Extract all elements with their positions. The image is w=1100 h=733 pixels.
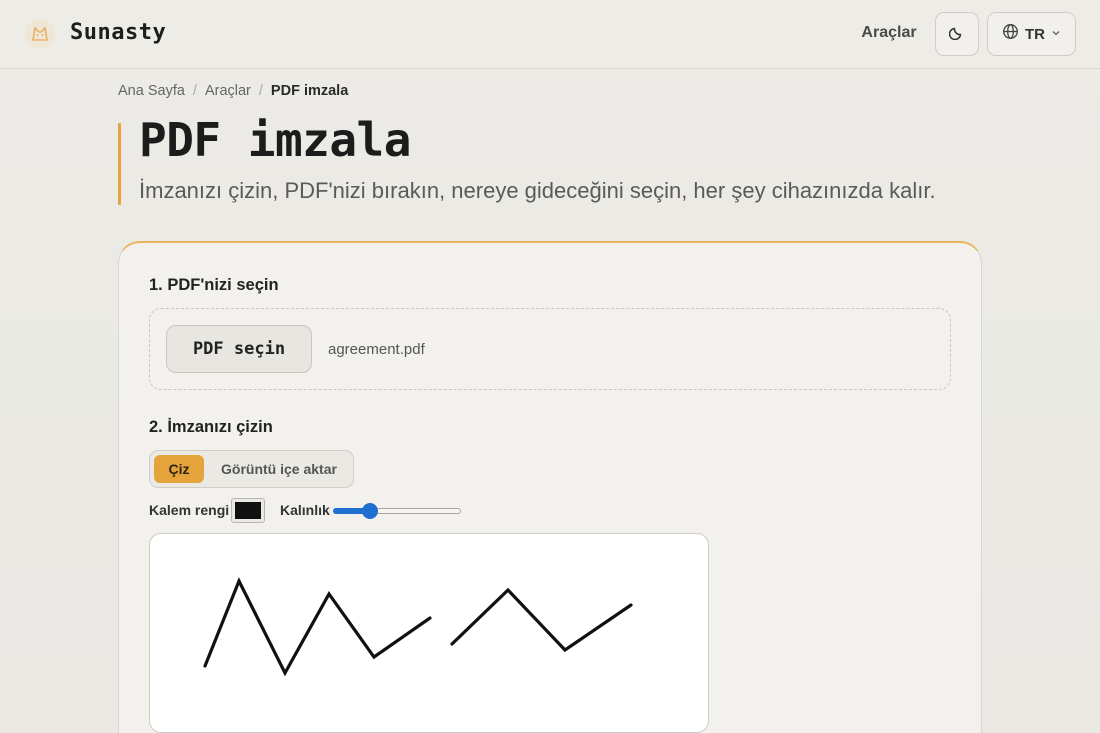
page-title: PDF imzala [139, 113, 411, 167]
title-accent-bar [118, 123, 121, 205]
chevron-down-icon [1051, 25, 1061, 43]
globe-icon [1002, 23, 1019, 45]
theme-toggle-button[interactable] [935, 12, 979, 56]
breadcrumb: Ana Sayfa / Araçlar / PDF imzala [118, 83, 348, 99]
slider-thumb[interactable] [362, 503, 379, 519]
nav-tools-link[interactable]: Araçlar [852, 24, 926, 42]
signature-canvas[interactable] [149, 533, 709, 733]
step2-heading: 2. İmzanızı çizin [149, 418, 273, 436]
selected-file-name: agreement.pdf [328, 341, 425, 358]
pick-pdf-button[interactable]: PDF seçin [166, 325, 312, 373]
brand-name[interactable]: Sunasty [70, 20, 166, 45]
top-header: Sunasty Araçlar TR [0, 0, 1100, 69]
language-select-button[interactable]: TR [987, 12, 1076, 56]
tab-draw[interactable]: Çiz [154, 455, 204, 483]
pen-color-value [235, 502, 261, 519]
thickness-slider[interactable] [333, 503, 461, 519]
breadcrumb-tools[interactable]: Araçlar [205, 83, 251, 99]
signature-drawing [203, 577, 633, 677]
step1-heading: 1. PDF'nizi seçin [149, 276, 279, 294]
thickness-label: Kalınlık [280, 502, 330, 518]
breadcrumb-home[interactable]: Ana Sayfa [118, 83, 185, 99]
breadcrumb-separator: / [192, 83, 197, 99]
language-label: TR [1025, 25, 1045, 43]
breadcrumb-current: PDF imzala [270, 83, 349, 99]
pen-color-label: Kalem rengi [149, 502, 230, 518]
logo-icon[interactable] [24, 18, 56, 50]
breadcrumb-separator: / [258, 83, 263, 99]
page-subtitle: İmzanızı çizin, PDF'nizi bırakın, nereye… [139, 178, 936, 203]
moon-icon [948, 24, 965, 45]
tab-import-image[interactable]: Görüntü içe aktar [212, 455, 346, 483]
pen-color-picker[interactable] [231, 498, 265, 523]
